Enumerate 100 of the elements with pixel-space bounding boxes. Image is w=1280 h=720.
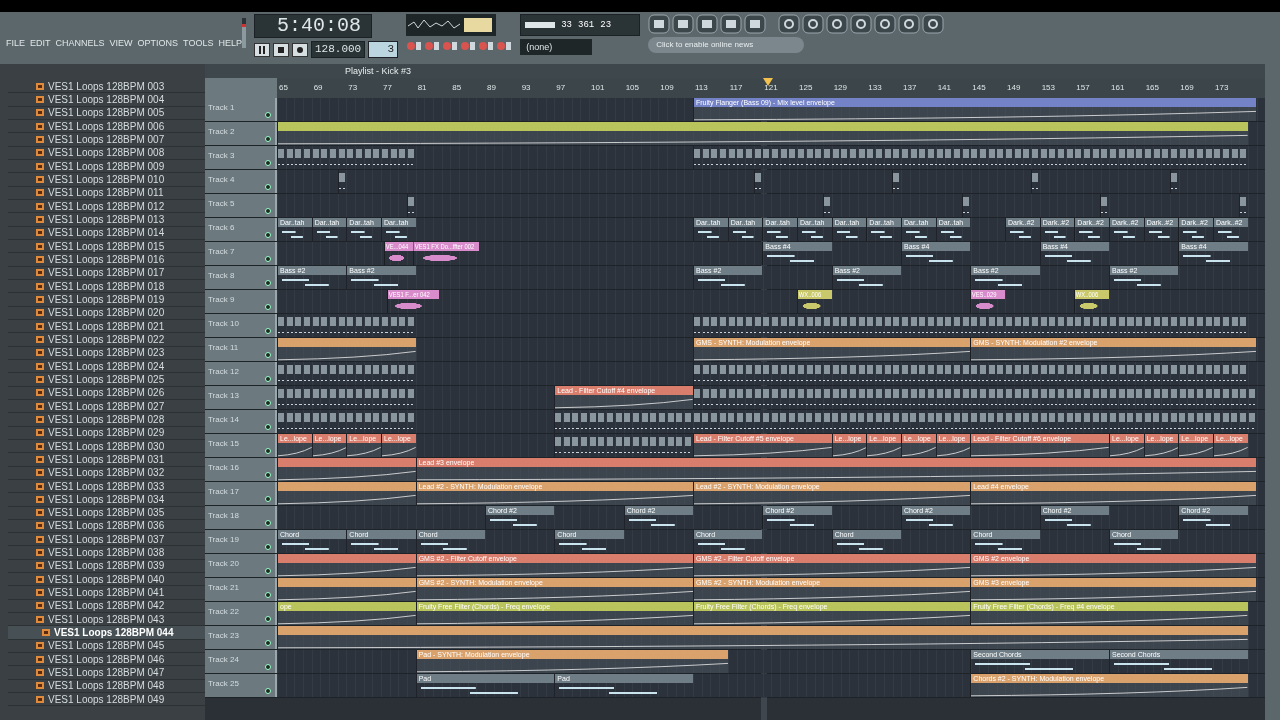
track-header[interactable]: Track 15	[205, 434, 277, 457]
automation-clip[interactable]	[277, 626, 1248, 649]
pattern-blocks[interactable]	[277, 146, 416, 169]
output-dropdown[interactable]: (none)	[520, 39, 593, 55]
pattern-blocks[interactable]	[1100, 194, 1109, 217]
pattern-blocks[interactable]	[1169, 170, 1179, 193]
track-header[interactable]: Track 17	[205, 482, 277, 505]
browser-item[interactable]: VES1 Loops 128BPM 041	[8, 586, 205, 600]
menu-item[interactable]: EDIT	[30, 38, 51, 48]
pattern-blocks[interactable]	[892, 170, 901, 193]
window-button-icon[interactable]	[696, 14, 719, 34]
browser-item[interactable]: VES1 Loops 128BPM 013	[8, 213, 205, 227]
toggle-icon[interactable]	[424, 39, 441, 53]
pattern-blocks[interactable]	[753, 170, 763, 193]
pattern-blocks[interactable]	[277, 362, 416, 385]
browser-item[interactable]: VES1 Loops 128BPM 033	[8, 479, 205, 494]
track-header[interactable]: Track 25	[205, 674, 277, 697]
browser-item[interactable]: VES1 Loops 128BPM 024	[8, 359, 205, 374]
track-header[interactable]: Track 22	[205, 602, 277, 625]
track-header[interactable]: Track 6	[205, 218, 277, 241]
browser-item[interactable]: VES1 Loops 128BPM 022	[8, 333, 205, 347]
track-header[interactable]: Track 21	[205, 578, 277, 601]
browser-item[interactable]: VES1 Loops 128BPM 012	[8, 199, 205, 214]
browser-item[interactable]: VES1 Loops 128BPM 037	[8, 533, 205, 547]
news-field[interactable]: Click to enable online news	[648, 37, 805, 53]
window-button-icon[interactable]	[672, 14, 695, 34]
track-header[interactable]: Track 19	[205, 530, 277, 553]
toggle-icon[interactable]	[496, 39, 513, 53]
stop-button[interactable]	[273, 42, 289, 57]
browser-item[interactable]: VES1 Loops 128BPM 028	[8, 413, 205, 427]
menu-item[interactable]: TOOLS	[183, 38, 214, 48]
browser-item[interactable]: VES1 Loops 128BPM 008	[8, 146, 205, 160]
track-header[interactable]: Track 1	[205, 98, 277, 121]
browser-item[interactable]: VES1 Loops 128BPM 019	[8, 293, 205, 307]
browser-item[interactable]: VES1 Loops 128BPM 039	[8, 559, 205, 574]
browser-item[interactable]: VES1 Loops 128BPM 016	[8, 253, 205, 267]
automation-clip[interactable]	[277, 554, 416, 577]
browser-item[interactable]: VES1 Loops 128BPM 032	[8, 466, 205, 480]
browser-item[interactable]: VES1 Loops 128BPM 031	[8, 453, 205, 467]
menu-item[interactable]: FILE	[6, 38, 25, 48]
track-header[interactable]: Track 12	[205, 362, 277, 385]
browser-item[interactable]: VES1 Loops 128BPM 044	[8, 626, 205, 640]
browser-item[interactable]: VES1 Loops 128BPM 036	[8, 519, 205, 534]
browser-item[interactable]: VES1 Loops 128BPM 017	[8, 266, 205, 280]
automation-clip[interactable]	[277, 338, 416, 361]
pattern-blocks[interactable]	[961, 194, 971, 217]
track-header[interactable]: Track 23	[205, 626, 277, 649]
automation-clip[interactable]	[277, 578, 416, 601]
tempo-display[interactable]: 128.000	[311, 41, 366, 58]
browser-item[interactable]: VES1 Loops 128BPM 027	[8, 399, 205, 414]
browser-item[interactable]: VES1 Loops 128BPM 006	[8, 120, 205, 134]
track-header[interactable]: Track 18	[205, 506, 277, 529]
automation-clip[interactable]	[277, 482, 416, 505]
browser-item[interactable]: VES1 Loops 128BPM 047	[8, 666, 205, 680]
menu-item[interactable]: CHANNELS	[55, 38, 105, 48]
browser-item[interactable]: VES1 Loops 128BPM 023	[8, 346, 205, 360]
track-header[interactable]: Track 16	[205, 458, 277, 481]
browser-item[interactable]: VES1 Loops 128BPM 029	[8, 426, 205, 440]
tool-button-icon[interactable]	[874, 14, 897, 34]
timeline-ruler[interactable]: 65 69 73 77 81 85 89 93 97 101 105 109 113 117 121 125 129 133 137 141 145 149 153 157 161 165 169 173	[277, 78, 1265, 98]
track-header[interactable]: Track 5	[205, 194, 277, 217]
pattern-blocks[interactable]	[693, 314, 1248, 337]
toggle-icon[interactable]	[442, 39, 459, 53]
pattern-blocks[interactable]	[554, 434, 693, 457]
browser-item[interactable]: VES1 Loops 128BPM 003	[8, 80, 205, 94]
browser-item[interactable]: VES1 Loops 128BPM 040	[8, 573, 205, 587]
browser-item[interactable]: VES1 Loops 128BPM 015	[8, 239, 205, 254]
browser-item[interactable]: VES1 Loops 128BPM 014	[8, 226, 205, 240]
tool-button-icon[interactable]	[802, 14, 825, 34]
browser-item[interactable]: VES1 Loops 128BPM 009	[8, 159, 205, 174]
pattern-blocks[interactable]	[823, 194, 832, 217]
browser-item[interactable]: VES1 Loops 128BPM 030	[8, 439, 205, 454]
pattern-blocks[interactable]	[693, 146, 1248, 169]
track-header[interactable]: Track 13	[205, 386, 277, 409]
browser-item[interactable]: VES1 Loops 128BPM 025	[8, 373, 205, 387]
pattern-blocks[interactable]	[407, 194, 416, 217]
browser-item[interactable]: VES1 Loops 128BPM 011	[8, 186, 205, 200]
window-button-icon[interactable]	[648, 14, 671, 34]
toggle-icon[interactable]	[406, 39, 423, 53]
track-header[interactable]: Track 20	[205, 554, 277, 577]
tool-button-icon[interactable]	[850, 14, 873, 34]
pattern-blocks[interactable]	[1239, 194, 1248, 217]
track-header[interactable]: Track 8	[205, 266, 277, 289]
window-button-icon[interactable]	[744, 14, 767, 34]
browser-item[interactable]: VES1 Loops 128BPM 048	[8, 679, 205, 694]
track-header[interactable]: Track 2	[205, 122, 277, 145]
track-header[interactable]: Track 3	[205, 146, 277, 169]
menu-item[interactable]: OPTIONS	[137, 38, 179, 48]
track-header[interactable]: Track 9	[205, 290, 277, 313]
tool-button-icon[interactable]	[826, 14, 849, 34]
pause-button[interactable]	[254, 42, 270, 57]
volume-slider[interactable]	[241, 18, 246, 48]
browser-item[interactable]: VES1 Loops 128BPM 005	[8, 106, 205, 120]
browser-item[interactable]: VES1 Loops 128BPM 038	[8, 546, 205, 560]
browser-item[interactable]: VES1 Loops 128BPM 049	[8, 693, 205, 707]
browser-item[interactable]: VES1 Loops 128BPM 007	[8, 133, 205, 147]
browser-item[interactable]: VES1 Loops 128BPM 042	[8, 599, 205, 614]
automation-clip[interactable]	[277, 458, 416, 481]
track-header[interactable]: Track 7	[205, 242, 277, 265]
tool-button-icon[interactable]	[778, 14, 801, 34]
